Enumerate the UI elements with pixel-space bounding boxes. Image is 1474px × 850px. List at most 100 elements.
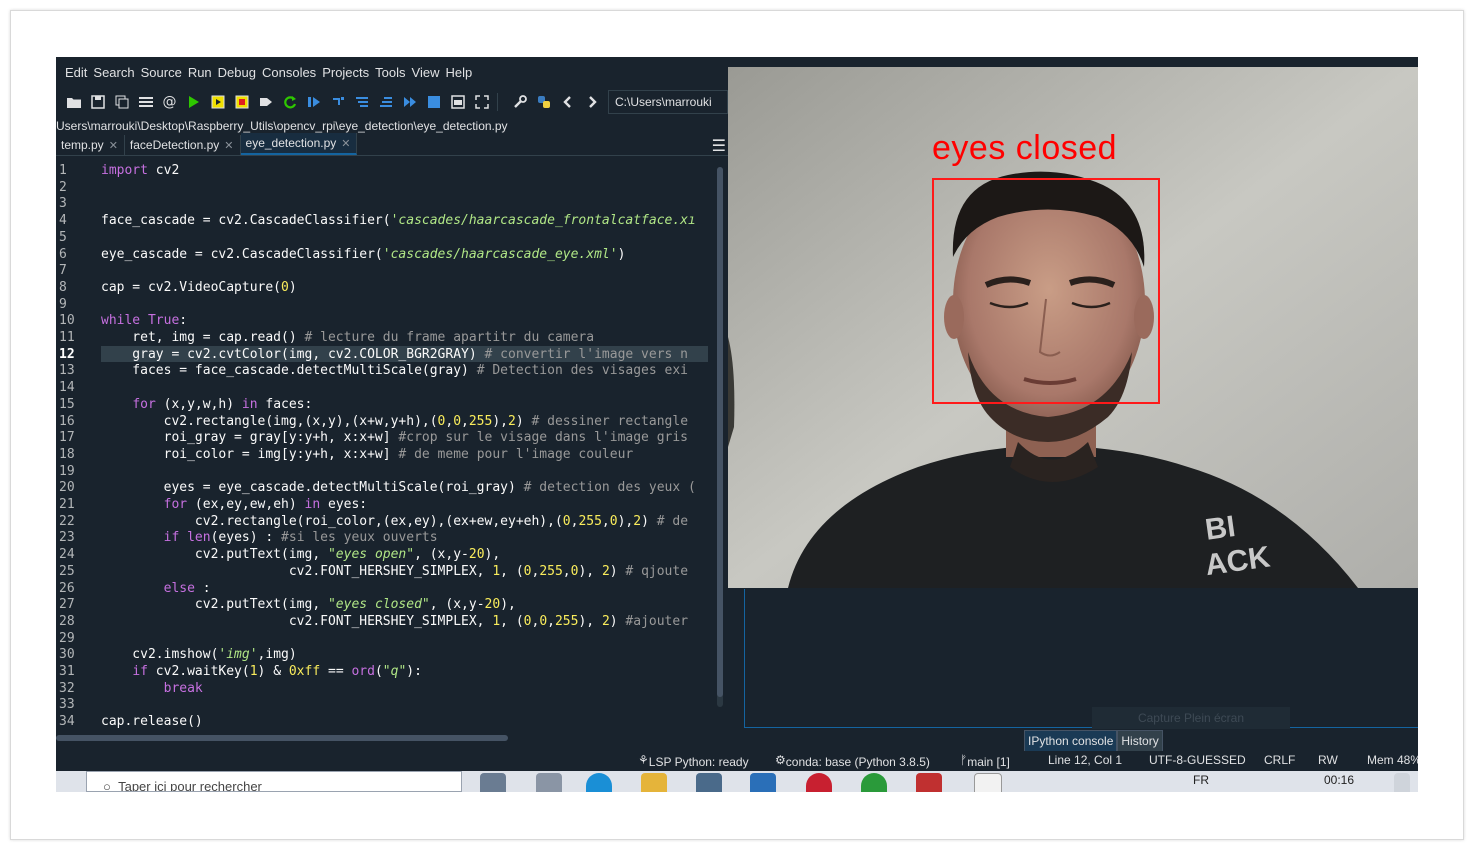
code-line: eye_cascade = cv2.CascadeClassifier('cas…	[101, 246, 626, 262]
outline-icon[interactable]	[134, 91, 157, 113]
fullscreen-icon[interactable]	[470, 91, 493, 113]
step-icon[interactable]	[326, 91, 349, 113]
back-arrow-icon[interactable]	[556, 91, 579, 113]
menu-help[interactable]: Help	[442, 65, 475, 80]
line-number: 4	[59, 213, 67, 229]
code-line: ret, img = cap.read() # lecture du frame…	[101, 330, 595, 345]
menu-search[interactable]: Search	[90, 65, 137, 80]
step-into-icon[interactable]	[350, 91, 373, 113]
file-explorer-icon[interactable]	[641, 773, 667, 792]
task-view-icon[interactable]	[480, 773, 506, 792]
tab-label: eye_detection.py	[245, 136, 337, 150]
save-all-icon[interactable]	[110, 91, 133, 113]
editor-tabs: temp.py ✕ faceDetection.py ✕ eye_detection…	[56, 133, 728, 156]
working-directory-input[interactable]: C:\Users\marrouki	[608, 90, 728, 114]
line-number: 16	[59, 413, 75, 429]
run-cell-advance-icon[interactable]	[230, 91, 253, 113]
line-number: 32	[59, 680, 75, 696]
line-number: 33	[59, 697, 75, 713]
notification-icon[interactable]	[1394, 773, 1410, 792]
line-number: 6	[59, 246, 67, 262]
continue-icon[interactable]	[398, 91, 421, 113]
open-folder-icon[interactable]	[62, 91, 85, 113]
code-line: if len(eyes) : #si les yeux ouverts	[163, 530, 438, 546]
line-number: 9	[59, 296, 67, 312]
code-line: face_cascade = cv2.CascadeClassifier('ca…	[101, 213, 696, 229]
hamburger-menu-icon[interactable]: ☰	[712, 136, 726, 155]
close-icon[interactable]: ✕	[224, 139, 233, 152]
run-icon[interactable]	[182, 91, 205, 113]
opera-icon[interactable]	[806, 773, 832, 792]
tab-facedetection[interactable]: faceDetection.py ✕	[124, 135, 241, 155]
menu-tools[interactable]: Tools	[372, 65, 408, 80]
line-number: 11	[59, 330, 75, 345]
tab-ipython-console[interactable]: IPython console	[1024, 730, 1118, 753]
line-number: 17	[59, 430, 75, 446]
preferences-wrench-icon[interactable]	[508, 91, 531, 113]
code-line: roi_color = img[y:y+h, x:x+w] # de meme …	[101, 446, 634, 462]
lsp-status: ⚘ LSP Python: ready	[638, 753, 749, 769]
store-icon[interactable]	[696, 773, 722, 792]
stop-debug-icon[interactable]	[422, 91, 445, 113]
console-tabs: IPython console History	[1024, 730, 1163, 753]
document-icon[interactable]	[974, 773, 1002, 792]
run-cell-icon[interactable]	[206, 91, 229, 113]
tab-temp[interactable]: temp.py ✕	[56, 135, 125, 155]
line-number: 29	[59, 630, 75, 646]
camera-image: BI ACK eyes closed	[728, 67, 1418, 588]
screen-capture-button[interactable]: Capture Plein écran	[1092, 707, 1290, 729]
save-icon[interactable]	[86, 91, 109, 113]
code-editor[interactable]: 1 import cv2 2 3 4 face_cascade = cv2.Cascade…	[56, 159, 708, 737]
edge-browser-icon[interactable]	[586, 773, 612, 792]
menu-source[interactable]: Source	[138, 65, 185, 80]
scrollbar-thumb[interactable]	[717, 167, 723, 697]
line-number: 22	[59, 513, 75, 529]
spyder-app-icon[interactable]	[861, 773, 887, 792]
horizontal-scrollbar[interactable]	[56, 735, 508, 741]
menu-edit[interactable]: Edit	[62, 65, 90, 80]
tab-eye-detection[interactable]: eye_detection.py ✕	[240, 133, 358, 155]
code-line: gray = cv2.cvtColor(img, cv2.COLOR_BGR2G…	[101, 346, 689, 362]
debug-icon[interactable]	[302, 91, 325, 113]
menu-projects[interactable]: Projects	[319, 65, 372, 80]
line-number: 31	[59, 664, 75, 679]
clock-time[interactable]: 00:16	[1324, 773, 1354, 787]
toolbar: @ C:\Users\marrouki	[56, 87, 728, 117]
run-selection-icon[interactable]	[254, 91, 277, 113]
git-branch-status: ᚠ main [1]	[960, 753, 1010, 769]
close-icon[interactable]: ✕	[341, 137, 350, 150]
menu-run[interactable]: Run	[185, 65, 215, 80]
bug-app-icon[interactable]	[916, 773, 942, 792]
menu-view[interactable]: View	[409, 65, 443, 80]
line-number: 30	[59, 647, 75, 663]
ipython-console-pane[interactable]	[744, 589, 1418, 728]
code-line: cv2.putText(img, "eyes closed", (x,y-20)…	[101, 597, 516, 613]
mail-icon[interactable]	[750, 773, 776, 792]
menu-debug[interactable]: Debug	[215, 65, 259, 80]
code-line: if cv2.waitKey(1) & 0xff == ord("q"):	[132, 664, 422, 679]
permissions-status: RW	[1318, 753, 1338, 767]
line-number: 7	[59, 263, 67, 279]
close-icon[interactable]: ✕	[109, 139, 118, 152]
rerun-icon[interactable]	[278, 91, 301, 113]
windows-taskbar: ○ Taper ici pour rechercher FR 00:16	[56, 771, 1418, 792]
line-number: 5	[59, 229, 67, 245]
maximize-pane-icon[interactable]	[446, 91, 469, 113]
at-icon[interactable]: @	[158, 91, 181, 113]
memory-status: Mem 48%	[1367, 753, 1418, 767]
vertical-scrollbar[interactable]	[717, 167, 723, 707]
menu-consoles[interactable]: Consoles	[259, 65, 319, 80]
keyboard-language[interactable]: FR	[1193, 773, 1209, 787]
step-return-icon[interactable]	[374, 91, 397, 113]
toolbar-separator	[497, 93, 504, 111]
forward-arrow-icon[interactable]	[580, 91, 603, 113]
conda-status: ⚙ conda: base (Python 3.8.5)	[775, 753, 930, 769]
python-path-icon[interactable]	[532, 91, 555, 113]
tab-history[interactable]: History	[1117, 730, 1163, 752]
widgets-icon[interactable]	[536, 773, 562, 792]
taskbar-search-input[interactable]: ○ Taper ici pour rechercher	[86, 771, 462, 792]
code-line: while True:	[101, 313, 188, 329]
code-line: cap.release()	[101, 714, 203, 730]
code-line: eyes = eye_cascade.detectMultiScale(roi_…	[101, 480, 696, 496]
code-line: break	[163, 680, 203, 696]
